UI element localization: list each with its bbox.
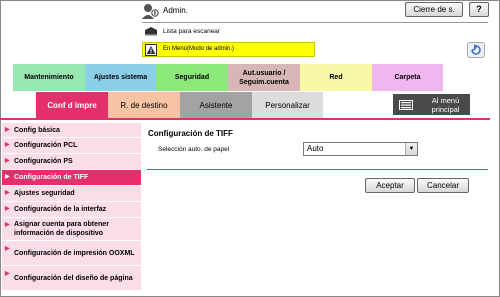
arrow-icon: ▶: [5, 206, 10, 212]
user-name: Admin.: [163, 6, 188, 15]
refresh-button[interactable]: [467, 42, 485, 58]
sidebar-item-label: Configuración PCL: [14, 142, 78, 149]
menu-icon: [399, 99, 413, 110]
arrow-icon: ▶: [5, 142, 10, 148]
paper-select[interactable]: Auto ▼: [303, 142, 418, 156]
sidebar: ▶ Config básica ▶ Configuración PCL ▶ Confi…: [2, 123, 141, 291]
sidebar-item-label: Configuración de la interfaz: [14, 206, 107, 213]
accept-button[interactable]: Aceptar: [365, 178, 415, 193]
arrow-icon: ▶: [5, 126, 10, 133]
admin-user-icon: [142, 4, 159, 19]
subtab-r-destino[interactable]: R. de destino: [108, 92, 180, 118]
page-title: Configuración de TIFF: [148, 129, 233, 138]
sidebar-item-label: Asignar cuenta para obtener información …: [14, 221, 109, 237]
tab-mantenimiento[interactable]: Mantenimiento: [13, 64, 85, 91]
content-divider: [147, 169, 488, 170]
header-divider: [142, 22, 488, 23]
subtab-underline: [0, 118, 490, 120]
scan-list-link[interactable]: Lista para escanear: [163, 28, 220, 35]
tab-aut-usuario[interactable]: Aut.usuario / Seguim.cuenta: [228, 64, 300, 91]
paper-select-value: Auto: [307, 144, 324, 153]
arrow-icon: ▶: [5, 222, 10, 228]
subtab-conf-impre[interactable]: Conf d impre: [36, 92, 108, 118]
sidebar-item-label: Configuración del diseño de página: [14, 274, 133, 282]
scanner-icon: [145, 27, 157, 36]
sidebar-item-ooxml[interactable]: ▶ Configuración de impresión OOXML: [2, 241, 141, 266]
admin-mode-label: En Menú(Modo de admin.): [163, 46, 235, 52]
sidebar-item-label: Config básica: [14, 126, 60, 134]
arrow-icon: ▶: [5, 158, 10, 164]
help-button[interactable]: ?: [469, 2, 489, 17]
sidebar-item-config-basica[interactable]: ▶ Config básica: [2, 123, 141, 138]
cancel-button[interactable]: Cancelar: [417, 178, 469, 193]
sidebar-item-seguridad[interactable]: ▶ Ajustes seguridad: [2, 186, 141, 202]
tab-ajustes-sistema[interactable]: Ajustes sistema: [85, 64, 156, 91]
tab-red[interactable]: Red: [300, 64, 372, 91]
paper-select-label: Selección auto. de papel: [158, 146, 230, 153]
main-menu-label: Al menú principal: [431, 95, 460, 114]
tab-seguridad[interactable]: Seguridad: [156, 64, 228, 91]
arrow-icon: ▶: [5, 271, 10, 277]
sidebar-item-asignar-cuenta[interactable]: ▶ Asignar cuenta para obtener información…: [2, 218, 141, 241]
arrow-icon: ▶: [5, 190, 10, 196]
sidebar-item-diseno-pagina[interactable]: ▶ Configuración del diseño de página: [2, 266, 141, 291]
chevron-down-icon: ▼: [405, 143, 417, 155]
warning-icon: [145, 44, 157, 56]
sidebar-item-label: Configuración PS: [14, 158, 73, 165]
sidebar-item-label: Ajustes seguridad: [14, 190, 75, 197]
sidebar-item-interfaz[interactable]: ▶ Configuración de la interfaz: [2, 202, 141, 218]
arrow-icon: ▶: [5, 174, 10, 180]
sidebar-item-pcl[interactable]: ▶ Configuración PCL: [2, 138, 141, 154]
subtab-asistente[interactable]: Asistente: [180, 92, 252, 118]
sidebar-item-tiff[interactable]: ▶ Configuración de TIFF: [2, 170, 141, 186]
tab-carpeta[interactable]: Carpeta: [372, 64, 443, 91]
refresh-icon: [471, 44, 481, 55]
logout-button[interactable]: Cierre de s.: [405, 2, 463, 17]
sidebar-item-label: Configuración de TIFF: [14, 174, 89, 181]
sidebar-item-label: Configuración de impresión OOXML: [14, 249, 135, 257]
main-menu-button[interactable]: Al menú principal: [393, 94, 470, 115]
subtab-personalizar[interactable]: Personalizar: [252, 92, 323, 118]
sidebar-item-ps[interactable]: ▶ Configuración PS: [2, 154, 141, 170]
arrow-icon: ▶: [5, 246, 10, 252]
